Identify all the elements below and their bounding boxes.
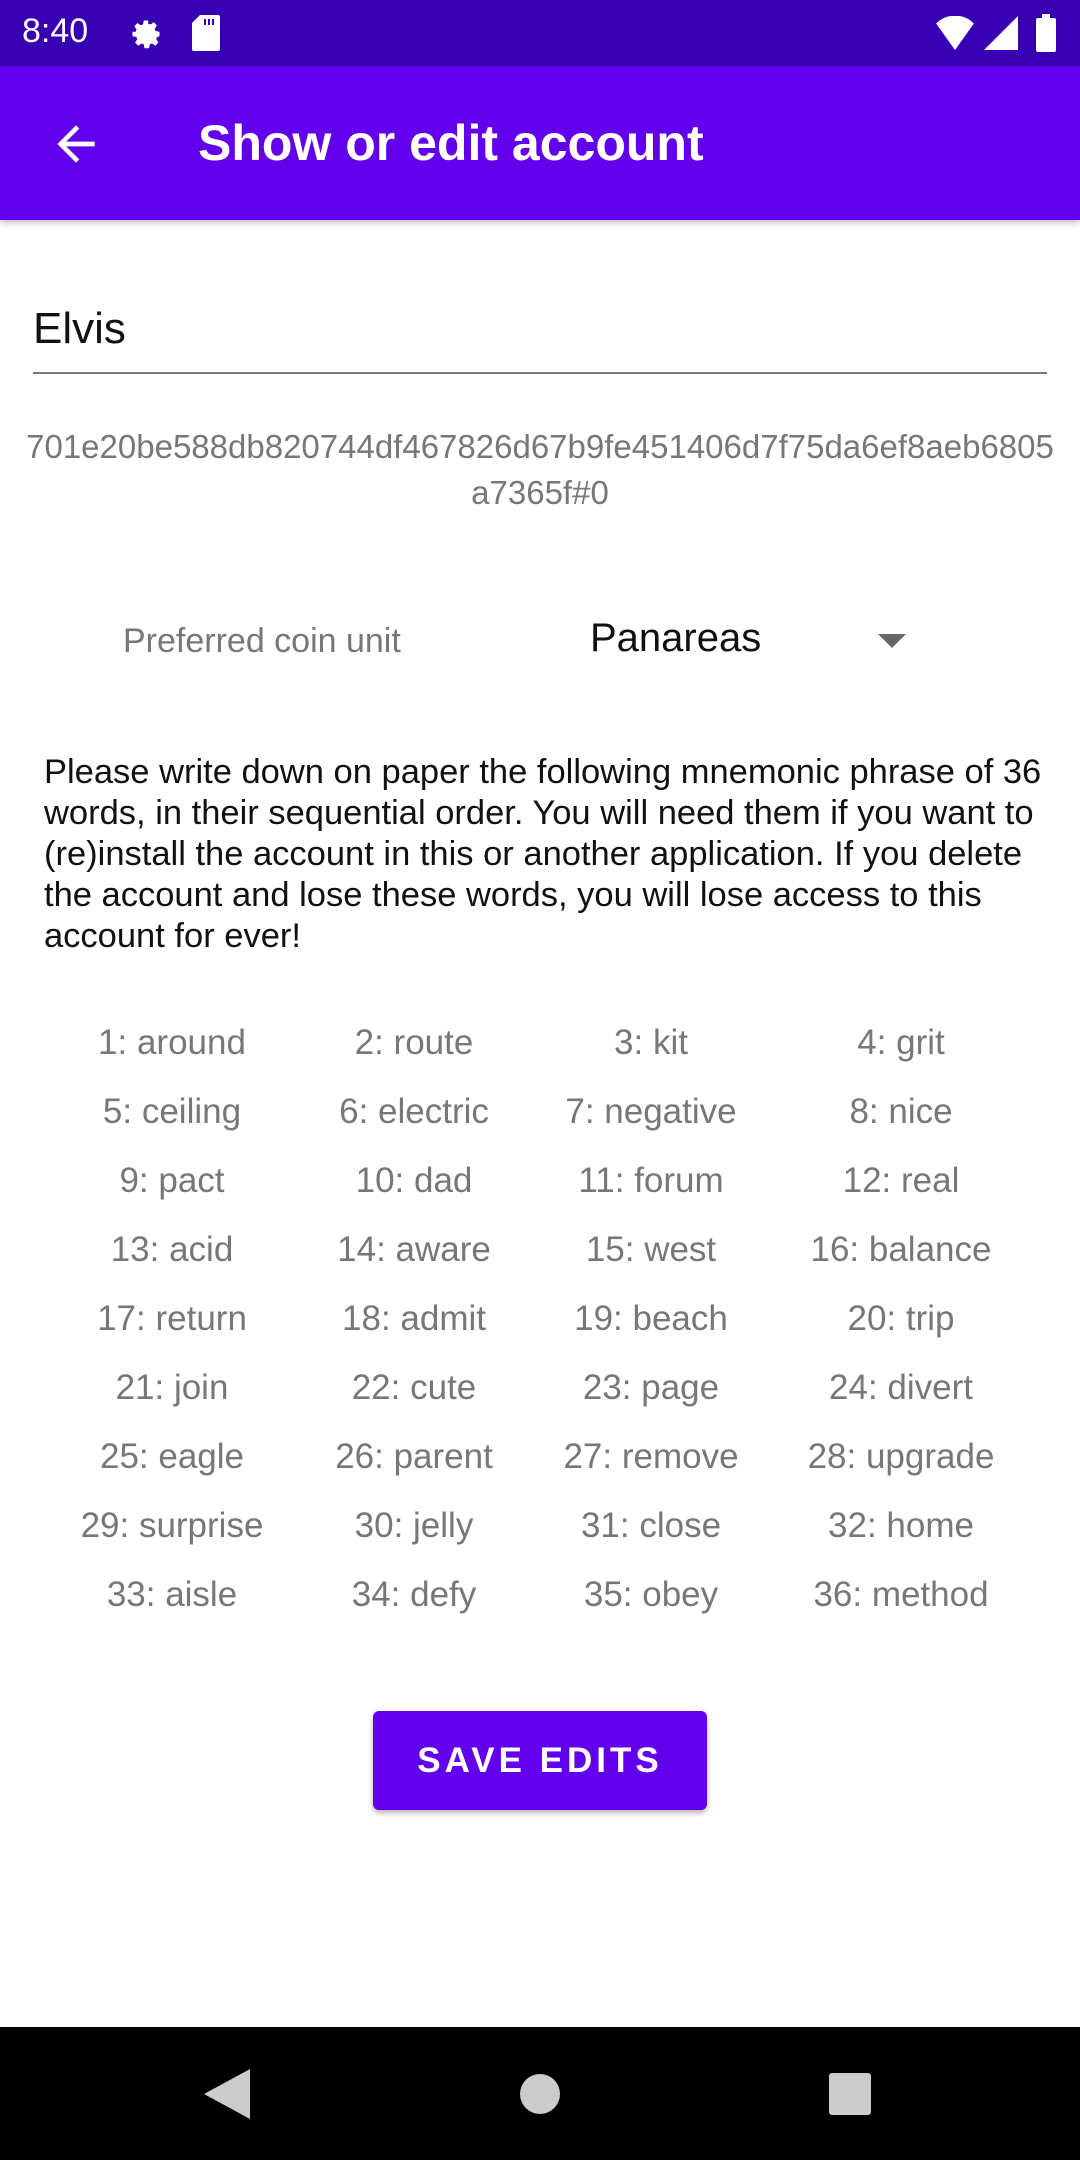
wifi-icon — [936, 16, 974, 50]
mnemonic-word: 32: home — [828, 1506, 974, 1545]
save-edits-button[interactable]: SAVE EDITS — [373, 1711, 707, 1810]
mnemonic-word: 9: pact — [119, 1161, 225, 1200]
mnemonic-word: 12: real — [842, 1161, 960, 1200]
battery-icon — [1036, 14, 1056, 52]
coin-unit-select[interactable]: Panareas — [590, 616, 761, 661]
recents-nav-icon[interactable] — [829, 2073, 871, 2115]
mnemonic-word: 25: eagle — [99, 1437, 245, 1476]
navigation-bar — [0, 2027, 1080, 2160]
account-id: 701e20be588db820744df467826d67b9fe451406… — [26, 428, 1054, 511]
mnemonic-word: 7: negative — [565, 1092, 737, 1131]
back-nav-icon[interactable] — [204, 2069, 250, 2119]
account-name-input[interactable]: Elvis — [33, 300, 1047, 374]
mnemonic-word: 8: nice — [849, 1092, 953, 1131]
sd-card-icon — [192, 15, 220, 51]
mnemonic-word: 36: method — [813, 1575, 989, 1614]
mnemonic-word: 10: dad — [355, 1161, 473, 1200]
mnemonic-word: 20: trip — [847, 1299, 955, 1338]
mnemonic-word: 5: ceiling — [102, 1092, 242, 1131]
mnemonic-word: 21: join — [115, 1368, 229, 1407]
mnemonic-word: 24: divert — [829, 1368, 973, 1407]
home-nav-icon[interactable] — [519, 2073, 561, 2115]
mnemonic-word: 6: electric — [339, 1092, 489, 1131]
mnemonic-word: 13: acid — [110, 1230, 234, 1269]
status-bar: 8:40 — [0, 0, 1080, 66]
mnemonic-word: 14: aware — [337, 1230, 491, 1269]
app-bar: Show or edit account — [0, 66, 1080, 220]
mnemonic-word: 17: return — [97, 1299, 247, 1338]
mnemonic-words: 1: around 2: route 3: kit 4: grit 5: ceiling… — [52, 1012, 1032, 1633]
mnemonic-word: 23: page — [582, 1368, 720, 1407]
mnemonic-word: 1: around — [98, 1023, 246, 1062]
mnemonic-word: 22: cute — [351, 1368, 477, 1407]
mnemonic-word: 19: beach — [574, 1299, 728, 1338]
arrow-back-icon[interactable] — [48, 116, 104, 172]
mnemonic-word: 11: forum — [578, 1161, 724, 1200]
mnemonic-word: 30: jelly — [354, 1506, 474, 1545]
mnemonic-instructions: Please write down on paper the following… — [44, 753, 1042, 955]
mnemonic-word: 31: close — [580, 1506, 722, 1545]
mnemonic-word: 26: parent — [335, 1437, 493, 1476]
mnemonic-word: 4: grit — [857, 1023, 945, 1062]
status-time: 8:40 — [22, 12, 89, 50]
mnemonic-word: 16: balance — [810, 1230, 992, 1269]
mnemonic-word: 35: obey — [583, 1575, 719, 1614]
mnemonic-word: 2: route — [354, 1023, 474, 1062]
mnemonic-word: 33: aisle — [106, 1575, 238, 1614]
coin-unit-label: Preferred coin unit — [123, 622, 401, 660]
mnemonic-word: 29: surprise — [80, 1506, 264, 1545]
mnemonic-word: 18: admit — [342, 1299, 486, 1338]
mnemonic-word: 27: remove — [563, 1437, 739, 1476]
mnemonic-word: 34: defy — [351, 1575, 477, 1614]
settings-icon — [132, 20, 160, 49]
dropdown-arrow-icon[interactable] — [878, 634, 906, 648]
mnemonic-word: 3: kit — [614, 1023, 688, 1062]
mnemonic-word: 28: upgrade — [807, 1437, 995, 1476]
signal-icon — [984, 16, 1018, 50]
mnemonic-word: 15: west — [585, 1230, 717, 1269]
page-title: Show or edit account — [198, 115, 704, 171]
